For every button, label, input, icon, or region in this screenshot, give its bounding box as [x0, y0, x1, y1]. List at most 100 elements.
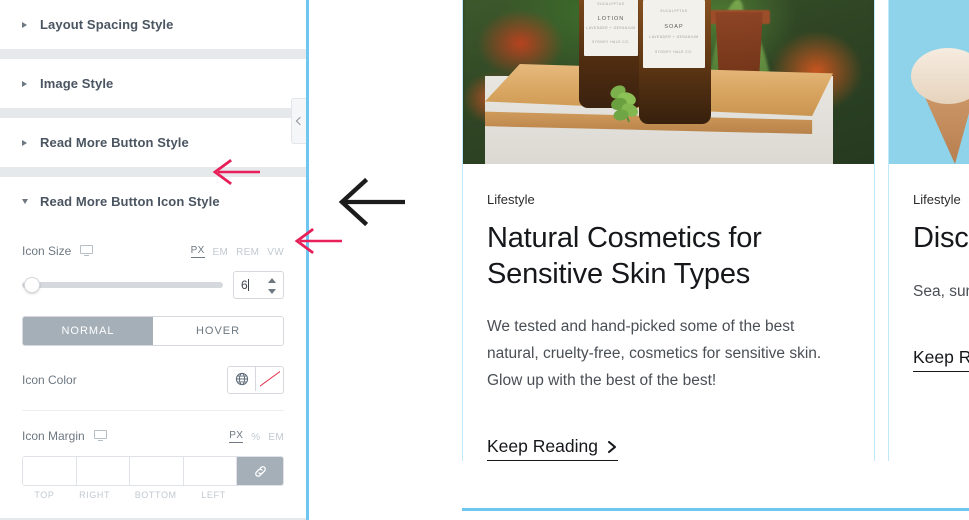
bottle-label-soap: EUCALYPTUS SOAP LAVENDER + GERANIUM SYDN…	[643, 0, 705, 68]
chevron-right-icon	[22, 137, 34, 149]
section-title: Read More Button Style	[40, 135, 189, 150]
bottle2-brand: SYDNEY HALE CO.	[655, 50, 693, 54]
chevron-down-icon	[22, 196, 34, 208]
post-card[interactable]: Lifestyle Discover Summer Sea, sun, See …	[888, 0, 969, 462]
read-more-icon-style-body: Icon Size PX EM REM VW 6 NORMAL HOVER Ic…	[0, 226, 306, 518]
icon-size-input[interactable]: 6	[233, 271, 284, 299]
unit-rem[interactable]: REM	[236, 247, 259, 258]
link-chain-icon-svg	[254, 465, 266, 477]
icon-size-control: Icon Size PX EM REM VW 6	[22, 226, 284, 299]
section-title: Layout Spacing Style	[40, 17, 174, 32]
margin-top-input[interactable]	[23, 457, 77, 485]
bottle1-sub: EUCALYPTUS	[597, 2, 625, 6]
spinner-down-icon[interactable]	[267, 289, 276, 294]
globe-icon-svg	[235, 372, 248, 386]
bottle-label-lotion: EUCALYPTUS LOTION LAVENDER + GERANIUM SY…	[584, 0, 638, 56]
label-left: LEFT	[201, 490, 226, 500]
unit-em[interactable]: EM	[268, 432, 284, 443]
desktop-monitor-icon[interactable]	[80, 244, 94, 258]
tab-hover[interactable]: HOVER	[153, 317, 283, 345]
post-category[interactable]: Lifestyle	[913, 192, 969, 207]
icon-color-label: Icon Color	[22, 373, 77, 387]
bottle2-sub: EUCALYPTUS	[660, 9, 688, 13]
section-gap	[0, 108, 306, 118]
editor-root: Layout Spacing Style Image Style Read Mo…	[0, 0, 969, 520]
chevron-left-icon	[295, 116, 305, 126]
post-image	[889, 0, 969, 164]
margin-bottom-input[interactable]	[130, 457, 184, 485]
link-chain-icon[interactable]	[237, 457, 283, 485]
bottle1-brand: SYDNEY HALE CO.	[592, 40, 630, 44]
margin-right-input[interactable]	[76, 457, 130, 485]
preview-canvas: EUCALYPTUS LOTION LAVENDER + GERANIUM SY…	[309, 0, 969, 520]
number-spinner[interactable]	[267, 278, 276, 294]
label-right: RIGHT	[79, 490, 111, 500]
icon-size-slider[interactable]	[22, 276, 223, 294]
preview-bottom-border	[462, 508, 969, 511]
text-cursor	[247, 279, 249, 291]
label-bottom: BOTTOM	[134, 490, 177, 500]
icon-size-unit-switcher: PX EM REM VW	[190, 245, 284, 258]
section-image-style[interactable]: Image Style	[0, 59, 306, 108]
slider-handle[interactable]	[24, 277, 40, 293]
panel-scroll-area[interactable]: Layout Spacing Style Image Style Read Mo…	[0, 0, 306, 520]
unit-percent[interactable]: %	[251, 432, 260, 443]
icon-size-label: Icon Size	[22, 244, 72, 258]
no-color-swatch-icon[interactable]	[255, 367, 283, 391]
icon-size-label-row: Icon Size PX EM REM VW	[22, 242, 284, 260]
section-title: Image Style	[40, 76, 114, 91]
posts-grid: EUCALYPTUS LOTION LAVENDER + GERANIUM SY…	[462, 0, 969, 462]
bottle1-sub2: LAVENDER + GERANIUM	[586, 26, 636, 30]
unit-em[interactable]: EM	[213, 247, 229, 258]
arrow-left-pink-input-icon	[294, 228, 342, 254]
margin-left-input[interactable]	[183, 457, 237, 485]
globe-icon[interactable]	[228, 367, 255, 391]
slider-track	[22, 282, 223, 288]
chevron-right-icon	[22, 19, 34, 31]
unit-px[interactable]: PX	[190, 245, 205, 258]
icon-margin-label: Icon Margin	[22, 429, 85, 443]
desktop-monitor-icon[interactable]	[93, 429, 107, 443]
bottle1-title: LOTION	[597, 16, 625, 22]
bottle2-sub2: LAVENDER + GERANIUM	[649, 35, 699, 39]
post-excerpt: Sea, sun, See our e destinati	[913, 282, 969, 300]
chevron-right-icon	[22, 78, 34, 90]
section-title: Read More Button Icon Style	[40, 194, 220, 209]
post-excerpt: We tested and hand-picked some of the be…	[487, 318, 822, 389]
arrow-left-black-icon	[338, 177, 405, 227]
state-tabs: NORMAL HOVER	[22, 316, 284, 346]
icon-color-swatches	[227, 366, 284, 394]
icon-margin-inputs	[22, 456, 284, 486]
post-title[interactable]: Discover Summer	[913, 221, 969, 257]
unit-vw[interactable]: VW	[267, 247, 284, 258]
icon-margin-unit-switcher: PX % EM	[229, 430, 284, 443]
arrow-left-pink-section-icon	[212, 159, 260, 185]
tab-normal[interactable]: NORMAL	[23, 317, 153, 345]
section-layout-spacing-style[interactable]: Layout Spacing Style	[0, 0, 306, 49]
icon-margin-control: Icon Margin PX % EM TOP RIGHT BOTTOM LEF…	[22, 411, 284, 500]
post-title[interactable]: Natural Cosmetics for Sensitive Skin Typ…	[487, 221, 850, 292]
read-more-label: Keep Reading	[487, 436, 598, 457]
spinner-up-icon[interactable]	[267, 278, 276, 283]
label-top: TOP	[34, 490, 55, 500]
style-settings-panel: Layout Spacing Style Image Style Read Mo…	[0, 0, 309, 520]
chevron-right-icon	[607, 440, 618, 454]
post-content: Lifestyle Discover Summer Sea, sun, See …	[889, 164, 969, 373]
read-more-button[interactable]: Keep Rea	[913, 347, 969, 373]
post-card[interactable]: EUCALYPTUS LOTION LAVENDER + GERANIUM SY…	[462, 0, 875, 462]
unit-px[interactable]: PX	[229, 430, 244, 443]
eucalyptus-sprig	[610, 85, 639, 123]
read-more-button[interactable]: Keep Reading	[487, 436, 618, 462]
icon-size-slider-row: 6	[22, 271, 284, 299]
label-spacer	[238, 490, 284, 500]
post-category[interactable]: Lifestyle	[487, 192, 850, 207]
post-content: Lifestyle Natural Cosmetics for Sensitiv…	[463, 164, 874, 462]
section-gap	[0, 49, 306, 59]
bottle2-title: SOAP	[664, 24, 684, 30]
post-image: EUCALYPTUS LOTION LAVENDER + GERANIUM SY…	[463, 0, 874, 164]
read-more-label: Keep Rea	[913, 347, 969, 368]
panel-collapse-toggle[interactable]	[291, 98, 306, 144]
icon-margin-side-labels: TOP RIGHT BOTTOM LEFT	[22, 490, 284, 500]
icon-size-value: 6	[241, 278, 248, 292]
icon-margin-label-row: Icon Margin PX % EM	[22, 427, 284, 445]
